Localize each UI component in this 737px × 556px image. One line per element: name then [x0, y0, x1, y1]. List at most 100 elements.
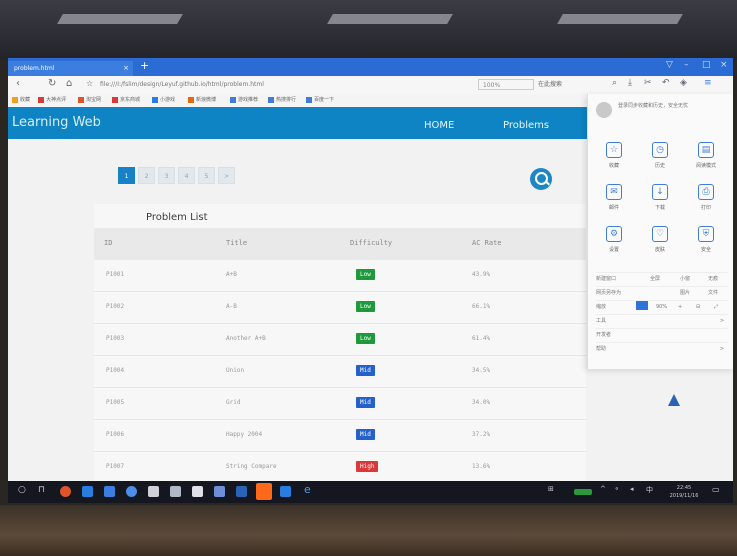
network-icon[interactable]: ⚬: [614, 485, 620, 493]
active-browser-icon[interactable]: [256, 483, 272, 500]
new-tab-icon[interactable]: +: [140, 59, 149, 72]
menu-new-window[interactable]: 新建窗口 全屏 小窗 无痕: [596, 272, 728, 285]
volume-icon[interactable]: ◂: [630, 485, 634, 493]
maximize-icon[interactable]: □: [702, 60, 711, 70]
cut-icon[interactable]: ✂: [644, 78, 652, 88]
home-icon[interactable]: ⌂: [66, 78, 72, 89]
ime-icon[interactable]: 中: [646, 485, 653, 495]
page-5[interactable]: 5: [198, 167, 215, 184]
vscode-icon[interactable]: [280, 486, 291, 497]
menu-tools[interactable]: 工具 >: [596, 314, 728, 327]
bookmark-item[interactable]: 游戏推荐: [230, 94, 258, 107]
tray-icon[interactable]: ⊞: [548, 485, 554, 493]
table-row[interactable]: P1007 String Compare High 13.6%: [94, 452, 586, 484]
menu-reader[interactable]: ▤ 阅读模式: [686, 142, 726, 178]
problem-title[interactable]: Another A+B: [226, 335, 266, 342]
url-input[interactable]: file:///I:/fslim/design/Leyuf.github.io/…: [100, 79, 460, 91]
save-image-option[interactable]: 图片: [680, 287, 690, 299]
app-icon[interactable]: [60, 486, 71, 497]
fullscreen-icon[interactable]: ⤢: [714, 301, 718, 313]
app-icon[interactable]: [192, 486, 203, 497]
page-1[interactable]: 1: [118, 167, 135, 184]
bookmark-item[interactable]: 热搜排行: [268, 94, 296, 107]
site-logo[interactable]: Learning Web: [12, 115, 101, 130]
problem-title[interactable]: Union: [226, 367, 244, 374]
problem-title[interactable]: Happy 2004: [226, 431, 262, 438]
explorer-icon[interactable]: [104, 486, 115, 497]
store-icon[interactable]: [148, 486, 159, 497]
menu-skin[interactable]: ♡ 皮肤: [640, 226, 680, 262]
taskbar-clock[interactable]: 22:45 2019/11/16: [664, 484, 704, 500]
problem-title[interactable]: A+B: [226, 271, 237, 278]
menu-save-page[interactable]: 网页另存为 图片 文件: [596, 286, 728, 299]
table-row[interactable]: P1001 A+B Low 43.9%: [94, 260, 586, 292]
zoom-reset-icon[interactable]: ⊟: [696, 301, 700, 313]
battery-icon[interactable]: [574, 489, 592, 495]
table-row[interactable]: P1005 Grid Mid 34.0%: [94, 388, 586, 420]
problem-title[interactable]: A-B: [226, 303, 237, 310]
table-row[interactable]: P1002 A-B Low 66.1%: [94, 292, 586, 324]
bookmark-item[interactable]: 京东商城: [112, 94, 140, 107]
search-input[interactable]: 在此搜索: [538, 79, 598, 90]
chevron-up-icon[interactable]: ^: [600, 485, 606, 493]
login-hint[interactable]: 登录同步收藏和历史，安全无忧: [618, 102, 730, 110]
table-row[interactable]: P1006 Happy 2004 Mid 37.2%: [94, 420, 586, 452]
task-view-icon[interactable]: ⊓: [38, 485, 45, 495]
save-file-option[interactable]: 文件: [708, 287, 718, 299]
back-to-top-icon[interactable]: [668, 394, 680, 406]
table-row[interactable]: P1004 Union Mid 34.5%: [94, 356, 586, 388]
bookmark-item[interactable]: 淘宝网: [78, 94, 101, 107]
bookmark-item[interactable]: 百度一下: [306, 94, 334, 107]
small-window-option[interactable]: 小窗: [680, 273, 690, 285]
bookmark-item[interactable]: 大神点评: [38, 94, 66, 107]
start-icon[interactable]: ○: [18, 485, 26, 495]
tab-close-icon[interactable]: ×: [123, 61, 129, 76]
star-icon[interactable]: ☆: [86, 79, 93, 88]
download-icon[interactable]: ⤓: [628, 78, 632, 88]
app-icon[interactable]: [126, 486, 137, 497]
bookmark-item[interactable]: 小游戏: [152, 94, 175, 107]
menu-download[interactable]: ↓ 下载: [640, 184, 680, 220]
page-4[interactable]: 4: [178, 167, 195, 184]
fullscreen-option[interactable]: 全屏: [650, 273, 660, 285]
search-icon[interactable]: ⌕: [612, 78, 617, 88]
page-next[interactable]: >: [218, 167, 235, 184]
page-3[interactable]: 3: [158, 167, 175, 184]
avatar[interactable]: [596, 102, 612, 118]
minimize-icon[interactable]: –: [684, 60, 689, 70]
menu-settings[interactable]: ⚙ 设置: [594, 226, 634, 262]
app-icon[interactable]: [214, 486, 225, 497]
search-button[interactable]: [530, 168, 552, 190]
bookmark-item[interactable]: 收藏: [12, 94, 30, 107]
undo-icon[interactable]: ↶: [662, 78, 670, 88]
extension-icon[interactable]: ◈: [680, 78, 687, 88]
problem-title[interactable]: String Compare: [226, 463, 277, 470]
zoom-indicator[interactable]: 100%: [478, 79, 534, 90]
page-2[interactable]: 2: [138, 167, 155, 184]
menu-help[interactable]: 帮助 >: [596, 342, 728, 355]
back-icon[interactable]: ‹: [16, 78, 20, 89]
menu-print[interactable]: ⎙ 打印: [686, 184, 726, 220]
notification-icon[interactable]: ▭: [712, 485, 720, 494]
nav-home[interactable]: HOME: [424, 120, 454, 131]
edge-icon[interactable]: e: [304, 483, 311, 496]
menu-button-icon[interactable]: ≡: [704, 78, 712, 88]
menu-developer[interactable]: 开发者: [596, 328, 728, 341]
app-icon[interactable]: [236, 486, 247, 497]
table-row[interactable]: P1003 Another A+B Low 61.4%: [94, 324, 586, 356]
menu-favorites[interactable]: ☆ 收藏: [594, 142, 634, 178]
bookmark-item[interactable]: 新浪微博: [188, 94, 216, 107]
problem-title[interactable]: Grid: [226, 399, 240, 406]
menu-mail[interactable]: ✉ 邮件: [594, 184, 634, 220]
menu-security[interactable]: ⛨ 安全: [686, 226, 726, 262]
mail-app-icon[interactable]: [170, 486, 181, 497]
close-icon[interactable]: ×: [720, 60, 728, 70]
zoom-in-button[interactable]: +: [678, 301, 682, 313]
refresh-icon[interactable]: ↻: [48, 78, 56, 89]
menu-history[interactable]: ◷ 历史: [640, 142, 680, 178]
browser-tab[interactable]: problem.html ×: [8, 61, 133, 76]
browser-app-icon[interactable]: [82, 486, 93, 497]
nav-problems[interactable]: Problems: [503, 120, 549, 131]
incognito-option[interactable]: 无痕: [708, 273, 718, 285]
menu-icon[interactable]: ▽: [666, 60, 673, 70]
